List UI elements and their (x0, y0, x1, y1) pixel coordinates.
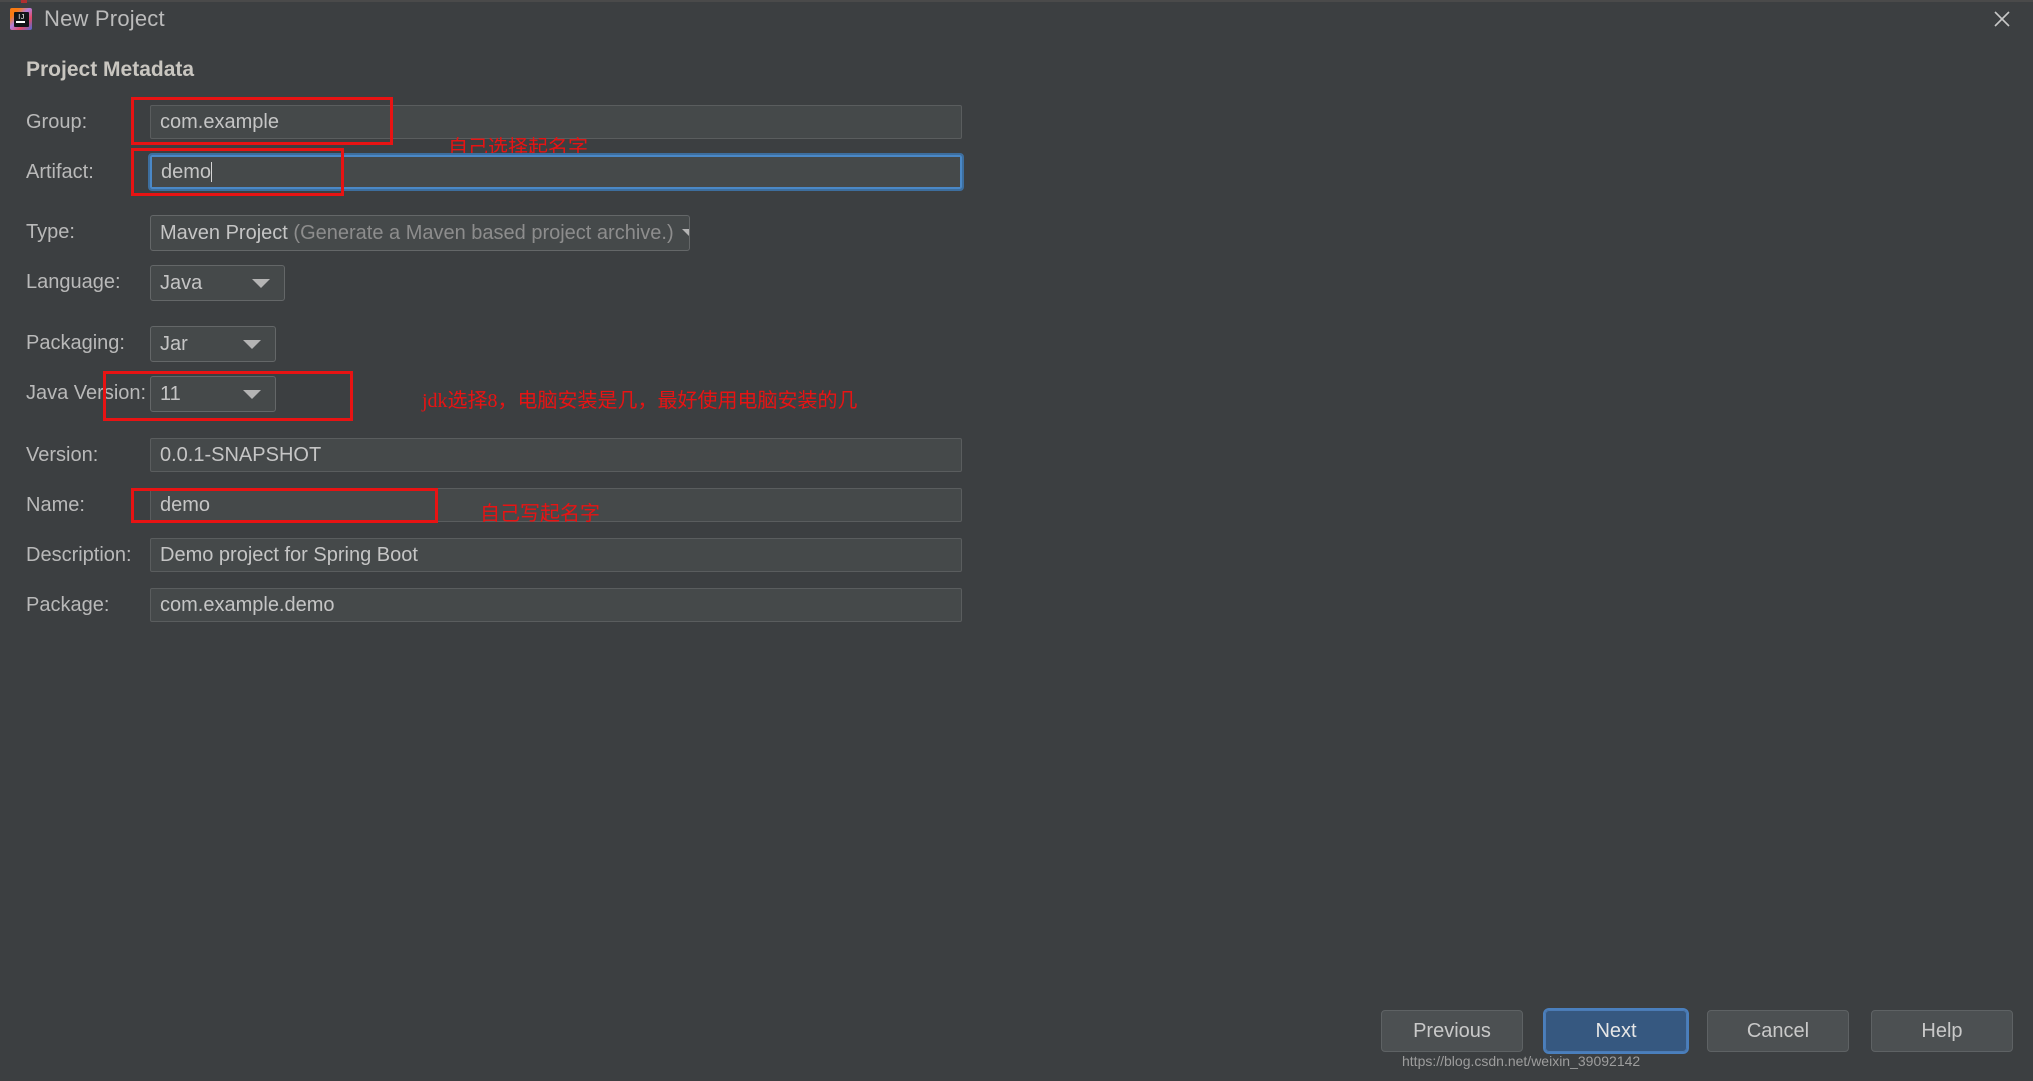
window-title: New Project (44, 6, 165, 31)
name-label: Name: (26, 494, 85, 516)
packaging-dropdown-value: Jar (160, 333, 188, 355)
description-input[interactable]: Demo project for Spring Boot (150, 538, 962, 572)
type-dropdown-value: Maven Project (Generate a Maven based pr… (160, 222, 674, 244)
chevron-down-icon (252, 278, 270, 288)
close-icon[interactable] (1971, 0, 2033, 38)
artifact-input-value: demo (161, 161, 212, 183)
artifact-label: Artifact: (26, 161, 94, 183)
watermark: https://blog.csdn.net/weixin_39092142 (1402, 1053, 1641, 1069)
description-label: Description: (26, 544, 132, 566)
title-red-marker (21, 0, 27, 3)
artifact-input[interactable]: demo (148, 153, 964, 191)
chevron-down-icon (243, 389, 261, 399)
next-button[interactable]: Next (1543, 1008, 1689, 1054)
page-title: Project Metadata (26, 58, 195, 81)
cancel-button[interactable]: Cancel (1707, 1010, 1849, 1052)
version-label: Version: (26, 444, 99, 466)
java-version-annotation-text: jdk选择8，电脑安装是几，最好使用电脑安装的几 (422, 390, 858, 412)
language-dropdown-value: Java (160, 272, 203, 294)
group-label: Group: (26, 111, 88, 133)
chevron-down-icon (681, 228, 689, 238)
previous-button[interactable]: Previous (1381, 1010, 1523, 1052)
title-bar: IJ New Project (0, 0, 2033, 38)
type-label: Type: (26, 221, 75, 243)
language-dropdown[interactable]: Java (150, 265, 285, 301)
chevron-down-icon (243, 339, 261, 349)
packaging-label: Packaging: (26, 332, 125, 354)
type-dropdown[interactable]: Maven Project (Generate a Maven based pr… (150, 215, 690, 251)
version-input[interactable]: 0.0.1-SNAPSHOT (150, 438, 962, 472)
new-project-dialog: IJ New Project Project Metadata Group: c… (0, 0, 2033, 1081)
text-caret (211, 162, 213, 182)
language-label: Language: (26, 271, 121, 293)
package-label: Package: (26, 594, 110, 616)
intellij-idea-logo-icon: IJ (10, 8, 32, 30)
java-version-dropdown[interactable]: 11 (150, 376, 276, 412)
package-input[interactable]: com.example.demo (150, 588, 962, 622)
java-version-dropdown-value: 11 (160, 383, 181, 405)
title-top-divider (0, 0, 2033, 2)
name-annotation-text: 自己写起名字 (480, 503, 600, 525)
java-version-label: Java Version: (26, 382, 147, 404)
help-button[interactable]: Help (1871, 1010, 2013, 1052)
packaging-dropdown[interactable]: Jar (150, 326, 276, 362)
